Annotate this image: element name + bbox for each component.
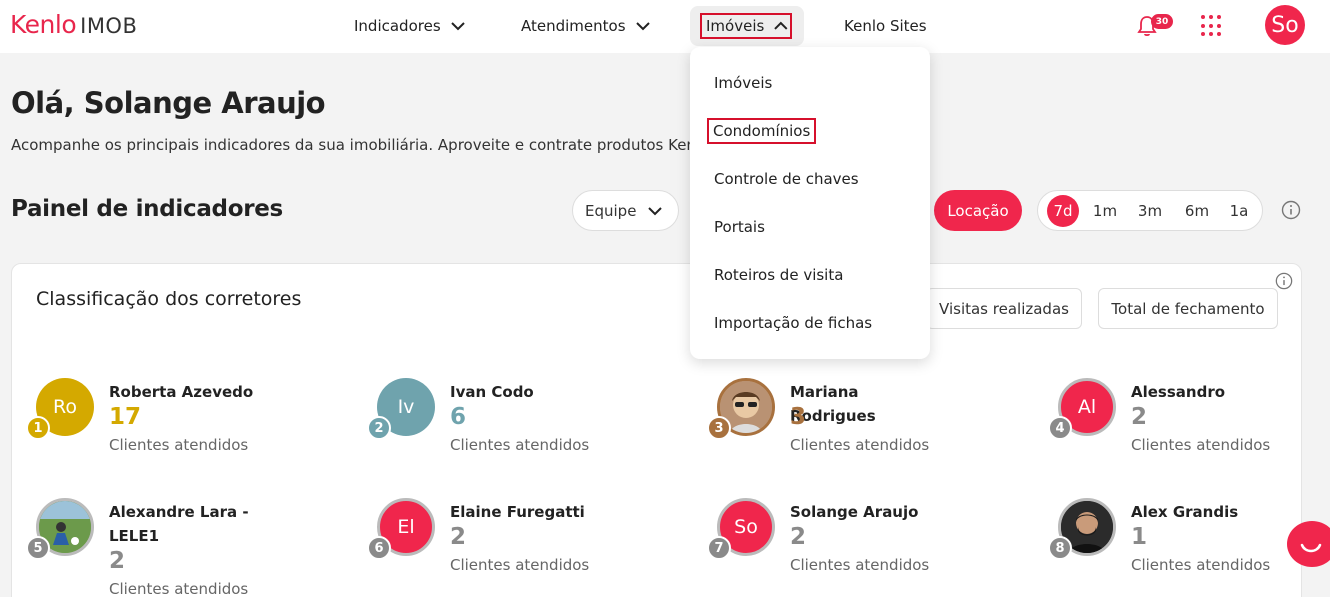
greeting-subtitle: Acompanhe os principais indicadores da s… (11, 136, 701, 154)
info-icon[interactable] (1275, 272, 1293, 290)
menu-item-roteiros-de-visita[interactable]: Roteiros de visita (714, 266, 843, 284)
broker-count-label: Clientes atendidos (450, 436, 590, 454)
broker-card[interactable]: El 6 Elaine Furegatti 2 Clientes atendid… (367, 498, 637, 597)
menu-item-importacao-de-fichas[interactable]: Importação de fichas (714, 314, 872, 332)
chevron-up-icon (774, 21, 788, 30)
rank-badge: 4 (1048, 416, 1072, 440)
menu-item-condominios[interactable]: Condomínios (707, 118, 817, 144)
menu-item-imoveis[interactable]: Imóveis (714, 74, 772, 92)
team-filter-dropdown[interactable]: Equipe (572, 190, 679, 231)
chevron-down-icon (635, 22, 650, 31)
broker-count: 6 (450, 404, 467, 430)
nav-kenlo-sites[interactable]: Kenlo Sites (844, 14, 927, 38)
broker-count-label: Clientes atendidos (450, 556, 590, 574)
broker-card[interactable]: 3 Mariana Rodrigues 3 Clientes atendidos (707, 378, 977, 488)
apps-grid-icon[interactable] (1201, 15, 1223, 37)
nav-atendimentos-label: Atendimentos (521, 17, 626, 35)
period-selector: 7d 1m 3m 6m 1a (1037, 190, 1263, 231)
broker-name: Mariana Rodrigues (790, 383, 876, 425)
broker-count: 3 (790, 404, 807, 430)
broker-count-label: Clientes atendidos (790, 436, 930, 454)
locacao-toggle[interactable]: Locação (934, 190, 1022, 231)
period-7d[interactable]: 7d (1047, 195, 1079, 227)
broker-name: Elaine Furegatti (450, 503, 585, 521)
broker-count: 2 (1131, 404, 1148, 430)
rank-badge: 3 (707, 416, 731, 440)
broker-name: Ivan Codo (450, 383, 534, 401)
broker-card[interactable]: Iv 2 Ivan Codo 6 Clientes atendidos (367, 378, 637, 488)
greeting-title: Olá, Solange Araujo (11, 86, 326, 120)
period-6m[interactable]: 6m (1184, 199, 1210, 223)
menu-item-controle-de-chaves[interactable]: Controle de chaves (714, 170, 859, 188)
nav-atendimentos[interactable]: Atendimentos (521, 14, 652, 38)
broker-name: Alexandre Lara - LELE1 (109, 503, 249, 545)
rank-badge: 6 (367, 536, 391, 560)
broker-count-label: Clientes atendidos (109, 436, 249, 454)
top-header: Kenlo IMOB Indicadores Atendimentos Imóv… (0, 0, 1330, 53)
broker-name: Alessandro (1131, 383, 1226, 401)
period-1m[interactable]: 1m (1093, 199, 1117, 223)
team-filter-label: Equipe (585, 201, 637, 220)
user-avatar[interactable]: So (1265, 5, 1305, 45)
broker-card[interactable]: 5 Alexandre Lara - LELE1 2 Clientes aten… (26, 498, 296, 597)
broker-name: Alex Grandis (1131, 503, 1239, 521)
nav-imoveis-label: Imóveis (706, 17, 765, 35)
broker-name: Solange Araujo (790, 503, 919, 521)
broker-count: 2 (450, 524, 467, 550)
logo-brand: Kenlo (10, 10, 77, 39)
broker-card[interactable]: So 7 Solange Araujo 2 Clientes atendidos (707, 498, 977, 597)
rank-badge: 2 (367, 416, 391, 440)
nav-indicadores-label: Indicadores (354, 17, 441, 35)
broker-card[interactable]: 8 Alex Grandis 1 Clientes atendidos (1048, 498, 1318, 597)
rank-badge: 7 (707, 536, 731, 560)
chevron-down-icon (450, 22, 465, 31)
period-3m[interactable]: 3m (1137, 199, 1163, 223)
imoveis-dropdown-menu: Imóveis Condomínios Controle de chaves P… (690, 47, 930, 359)
nav-kenlo-sites-label: Kenlo Sites (844, 17, 927, 35)
panel-title: Painel de indicadores (11, 196, 283, 222)
nav-indicadores[interactable]: Indicadores (354, 14, 467, 38)
broker-card[interactable]: Ro 1 Roberta Azevedo 17 Clientes atendid… (26, 378, 296, 488)
rank-badge: 8 (1048, 536, 1072, 560)
notification-badge: 30 (1151, 14, 1173, 29)
info-icon[interactable] (1281, 200, 1301, 220)
nav-imoveis[interactable]: Imóveis (700, 13, 792, 39)
chat-smile-icon (1300, 543, 1322, 553)
menu-item-portais[interactable]: Portais (714, 218, 765, 236)
rank-badge: 5 (26, 536, 50, 560)
broker-count-label: Clientes atendidos (1131, 556, 1271, 574)
broker-count-label: Clientes atendidos (1131, 436, 1271, 454)
broker-count: 1 (1131, 524, 1148, 550)
logo-product: IMOB (80, 14, 138, 38)
broker-card[interactable]: Al 4 Alessandro 2 Clientes atendidos (1048, 378, 1318, 488)
chat-support-button[interactable] (1287, 521, 1330, 567)
chevron-down-icon (648, 206, 663, 215)
kenlo-imob-logo[interactable]: Kenlo IMOB (10, 10, 137, 39)
broker-count-label: Clientes atendidos (109, 580, 249, 597)
broker-count: 2 (790, 524, 807, 550)
broker-count: 17 (109, 404, 142, 430)
broker-count-label: Clientes atendidos (790, 556, 930, 574)
period-1a[interactable]: 1a (1229, 199, 1249, 223)
broker-count: 2 (109, 548, 126, 574)
ranking-title: Classificação dos corretores (36, 288, 302, 310)
tab-total-fechamento[interactable]: Total de fechamento (1098, 288, 1278, 329)
tab-visitas-realizadas[interactable]: Visitas realizadas (926, 288, 1082, 329)
rank-badge: 1 (26, 416, 50, 440)
broker-name: Roberta Azevedo (109, 383, 254, 401)
